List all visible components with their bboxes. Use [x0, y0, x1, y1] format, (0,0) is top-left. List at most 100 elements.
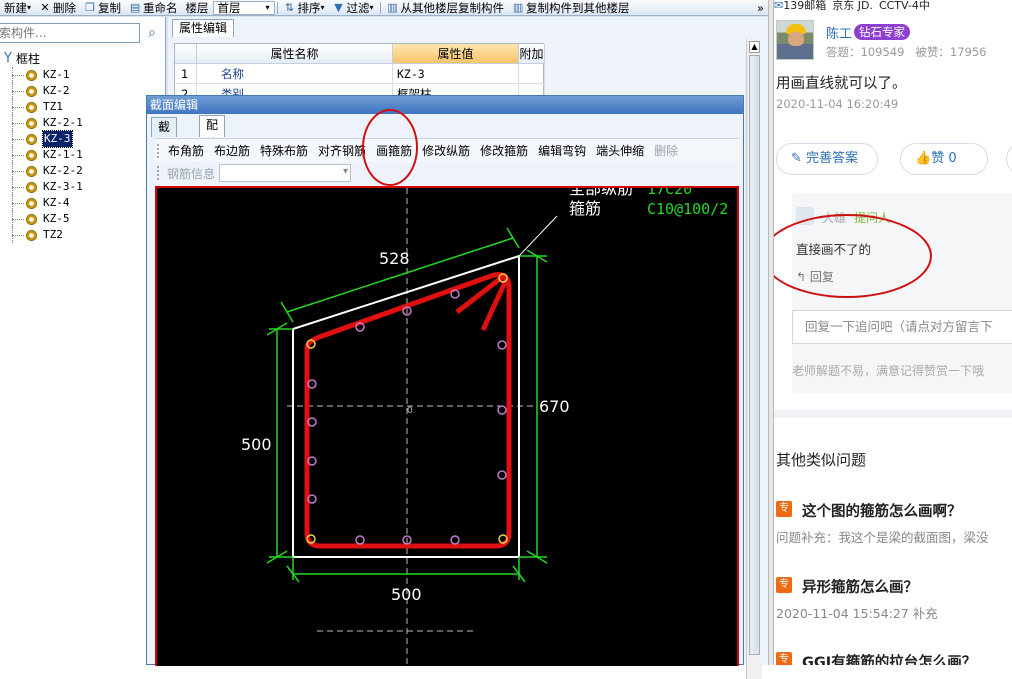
property-value[interactable]: KZ-3 — [393, 64, 519, 84]
scroll-up-icon[interactable]: ▲ — [749, 41, 760, 53]
tree-item[interactable]: KZ-1 — [4, 67, 164, 83]
delete-icon: ✕ — [40, 0, 50, 14]
likes-label: 被赞： — [915, 45, 950, 59]
property-tab-label: 属性编辑 — [179, 21, 228, 35]
tab-property-edit[interactable]: 属性编辑 — [172, 19, 235, 37]
sort-icon: ⇅ — [284, 0, 295, 14]
search-icon[interactable]: ⌕ — [142, 23, 162, 43]
bookmark-item[interactable]: 京东 JD. — [832, 0, 873, 12]
edit-stirrup-button[interactable]: 修改箍筋 — [475, 141, 533, 161]
column-icon — [26, 165, 37, 177]
copy-from-floor-icon: ▥ — [387, 0, 398, 14]
rename-label: 重命名 — [143, 0, 178, 15]
tree-item-label: KZ-2-1 — [43, 116, 83, 129]
tree-root[interactable]: Y 框柱 — [4, 51, 164, 67]
column-icon — [26, 117, 37, 129]
tree-item[interactable]: KZ-1-1 — [4, 147, 164, 163]
floor-select-value: 首层 — [217, 0, 241, 15]
edge-rebar-button[interactable]: 布边筋 — [209, 141, 255, 161]
toolbar-grip — [157, 143, 161, 158]
filter-button[interactable]: ▼ 过滤 ▾ — [329, 0, 378, 15]
toolbar-overflow-button[interactable]: » — [753, 0, 768, 15]
similar-question-link[interactable]: 异形箍筋怎么画？ — [802, 576, 918, 597]
rebar-dot — [497, 470, 507, 480]
floor-select[interactable]: 首层 ▾ — [212, 0, 275, 15]
dialog-title-bar[interactable]: 截面编辑 — [147, 96, 743, 114]
tree-item[interactable]: KZ-4 — [4, 195, 164, 211]
edit-hook-button[interactable]: 编辑弯钩 — [533, 141, 591, 161]
improve-answer-button[interactable]: ✎ 完善答案 — [776, 143, 878, 175]
chevron-down-icon: ▾ — [320, 2, 325, 12]
user-name[interactable]: 陈工 — [826, 23, 852, 42]
thumbs-up-icon: 👍 — [915, 151, 932, 166]
drawing-canvas[interactable]: 0 528 500 670 500 全部纵筋 17C20 箍筋 C10@100/… — [155, 186, 739, 668]
tree-item-label: KZ-1-1 — [43, 148, 83, 161]
more-button[interactable] — [1006, 143, 1012, 175]
vertical-scrollbar[interactable]: ▲ — [746, 39, 762, 679]
rename-button[interactable]: ▤ 重命名 — [125, 0, 182, 15]
toolbar-separator — [379, 1, 381, 14]
tab-reinforcement[interactable]: 配筋 — [199, 115, 226, 151]
mail-icon: ✉ — [774, 0, 784, 12]
tree-item-label: TZ2 — [43, 228, 63, 241]
rebar-info-row: 钢筋信息 — [155, 162, 739, 184]
tree-item-selected[interactable]: KZ-3 — [4, 130, 164, 148]
property-value-text: KZ-3 — [397, 67, 425, 81]
tree-root-label: 框柱 — [15, 52, 40, 66]
similar-question-link[interactable]: GGJ有箍筋的拉台怎么画？ — [802, 651, 976, 665]
floor-label: 楼层 — [182, 0, 213, 15]
tree-item[interactable]: TZ1 — [4, 99, 164, 115]
edit-longitudinal-button[interactable]: 修改纵筋 — [417, 141, 475, 161]
delete-rebar-button[interactable]: 删除 — [649, 141, 683, 161]
face-shape — [788, 32, 804, 46]
column-icon — [26, 213, 37, 225]
avatar[interactable] — [776, 20, 814, 60]
hint-text: 老师解题不易，满意记得赞赏一下哦 — [792, 364, 985, 378]
tree-item[interactable]: KZ-2-1 — [4, 115, 164, 131]
tree-item[interactable]: KZ-3-1 — [4, 179, 164, 195]
special-rebar-button[interactable]: 特殊布筋 — [255, 141, 313, 161]
copy-to-floor-button[interactable]: ▥ 复制构件到其他楼层 — [508, 0, 634, 15]
bottom-dimension: 500 — [391, 585, 422, 604]
tab-section[interactable]: 截面 — [151, 117, 178, 153]
rebar-info-select[interactable] — [219, 164, 352, 182]
answers-count: 109549 — [860, 45, 905, 59]
dim-tick — [280, 301, 294, 323]
similar-question-link[interactable]: 这个图的箍筋怎么画啊？ — [802, 500, 962, 521]
bookmark-item[interactable]: ✉139邮箱 — [774, 0, 826, 12]
bookmarks-bar: ✉139邮箱 京东 JD. CCTV-4中 — [774, 0, 1012, 12]
tool-label: 修改纵筋 — [422, 143, 471, 158]
filter-label: 过滤 — [346, 0, 370, 15]
end-extend-button[interactable]: 端头伸缩 — [591, 141, 649, 161]
tool-label: 对齐钢筋 — [318, 143, 367, 158]
sort-button[interactable]: ⇅ 排序 ▾ — [280, 0, 329, 15]
search-input[interactable]: 索构件... — [0, 23, 140, 43]
new-button[interactable]: 新建 ▾ — [0, 0, 35, 15]
row-number-text: 1 — [181, 67, 189, 81]
tree-item[interactable]: KZ-2-2 — [4, 163, 164, 179]
like-button[interactable]: 👍赞 0 — [900, 143, 988, 175]
expert-question-icon: 专 — [776, 501, 792, 517]
delete-label: 删除 — [53, 0, 77, 15]
tree-item[interactable]: KZ-2 — [4, 83, 164, 99]
column-header-name: 属性名称 — [197, 44, 393, 64]
tree-item[interactable]: KZ-5 — [4, 211, 164, 227]
toolbar-separator — [276, 1, 278, 14]
copy-from-floor-button[interactable]: ▥ 从其他楼层复制构件 — [383, 0, 509, 15]
rebar-dot — [450, 535, 460, 545]
new-label: 新建 — [4, 0, 27, 15]
column-icon — [26, 149, 37, 161]
delete-button[interactable]: ✕ 删除 — [35, 0, 80, 15]
bookmark-item[interactable]: CCTV-4中 — [879, 0, 930, 12]
property-name-text: 名称 — [221, 67, 244, 81]
question-badge-text: 专 — [779, 654, 789, 665]
tree-item[interactable]: TZ2 — [4, 227, 164, 243]
scroll-thumb[interactable] — [749, 55, 760, 655]
sort-label: 排序 — [297, 0, 321, 15]
corner-rebar-button[interactable]: 布角筋 — [163, 141, 209, 161]
expert-badge: 钻石专家 — [854, 24, 910, 40]
user-stats: 答题：109549 被赞：17956 — [826, 44, 986, 60]
copy-button[interactable]: ❐ 复制 — [80, 0, 125, 15]
reply-input[interactable]: 回复一下追问吧（请点对方留言下 — [792, 310, 1012, 344]
row-number: 1 — [175, 64, 197, 84]
